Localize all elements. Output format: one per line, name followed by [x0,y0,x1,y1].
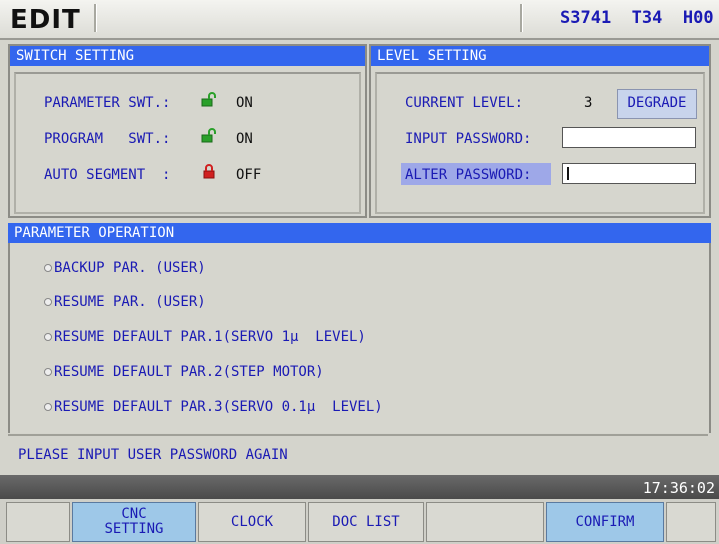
tool-number: T34 [631,8,663,28]
softkey-cnc-setting[interactable]: CNC SETTING [72,502,196,542]
softkey-blank-left[interactable] [6,502,70,542]
radio-icon[interactable] [44,298,52,306]
header-divider [94,4,97,32]
status-message: PLEASE INPUT USER PASSWORD AGAIN [18,447,288,463]
softkey-blank[interactable] [426,502,544,542]
softkey-clock[interactable]: CLOCK [198,502,306,542]
alter-password-label: ALTER PASSWORD: [405,167,532,183]
degrade-button[interactable]: DEGRADE [617,89,697,119]
program-switch-label: PROGRAM SWT.: [44,131,171,147]
unlock-icon[interactable] [201,127,217,143]
current-level-value: 3 [584,95,593,111]
spindle-tool-status: S3741 T34 H00 [560,8,714,28]
clock-display: 17:36:02 [642,479,715,497]
program-switch-value: ON [236,131,253,147]
switch-setting-title: SWITCH SETTING [10,46,365,66]
header-divider [520,4,523,32]
radio-icon[interactable] [44,368,52,376]
option-resume-default-2[interactable]: RESUME DEFAULT PAR.2(STEP MOTOR) [44,364,324,380]
h-offset: H00 [682,8,714,28]
softkey-confirm[interactable]: CONFIRM [546,502,664,542]
radio-icon[interactable] [44,264,52,272]
mode-indicator: EDIT [10,5,81,35]
radio-icon[interactable] [44,403,52,411]
radio-icon[interactable] [44,333,52,341]
option-resume-user[interactable]: RESUME PAR. (USER) [44,294,206,310]
text-cursor [567,167,569,180]
option-resume-default-1[interactable]: RESUME DEFAULT PAR.1(SERVO 1μ LEVEL) [44,329,366,345]
spindle-speed: S3741 [560,8,612,28]
softkey-doc-list[interactable]: DOC LIST [308,502,424,542]
parameter-operation-title: PARAMETER OPERATION [8,223,711,243]
input-password-label: INPUT PASSWORD: [405,131,532,147]
auto-segment-value: OFF [236,167,262,183]
level-setting-title: LEVEL SETTING [371,46,709,66]
unlock-icon[interactable] [201,91,217,107]
alter-password-field[interactable] [562,163,696,184]
parameter-switch-label: PARAMETER SWT.: [44,95,171,111]
softkey-blank-right[interactable] [666,502,716,542]
input-password-field[interactable] [562,127,696,148]
auto-segment-label: AUTO SEGMENT : [44,167,171,183]
current-level-label: CURRENT LEVEL: [405,95,524,111]
option-resume-default-3[interactable]: RESUME DEFAULT PAR.3(SERVO 0.1μ LEVEL) [44,399,383,415]
lock-icon[interactable] [201,163,217,179]
parameter-switch-value: ON [236,95,253,111]
time-bar [0,475,719,499]
option-backup-user[interactable]: BACKUP PAR. (USER) [44,260,206,276]
